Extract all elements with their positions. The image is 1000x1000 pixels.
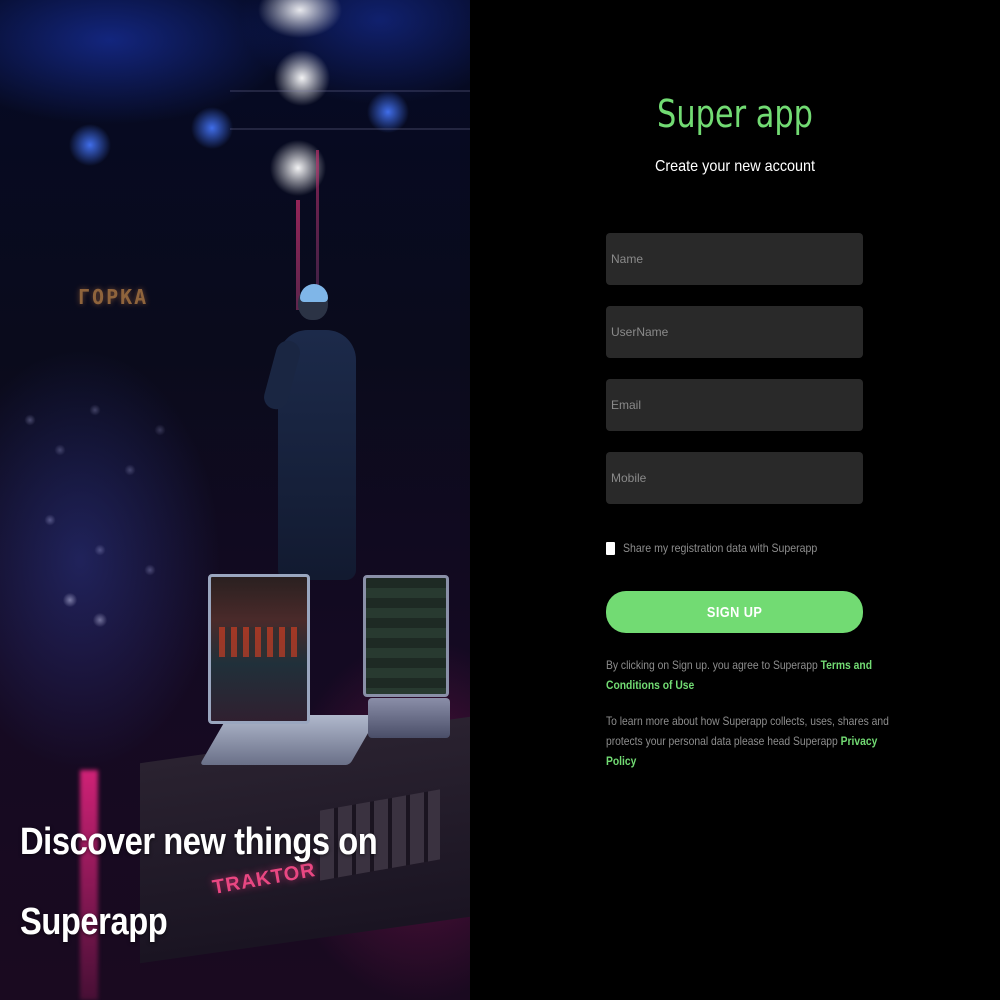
- stage-pole: [316, 150, 319, 300]
- username-input[interactable]: [606, 306, 863, 358]
- hero-image: ГОРКА TRAKTOR Discover new things on Sup…: [0, 0, 470, 1000]
- venue-sign: ГОРКА: [78, 285, 149, 309]
- hero-headline: Discover new things on Superapp: [20, 821, 378, 943]
- brand-logo: Super app: [657, 92, 813, 136]
- consent-row[interactable]: Share my registration data with Superapp: [606, 539, 844, 557]
- laptop-base: [368, 698, 450, 738]
- terms-notice: By clicking on Sign up. you agree to Sup…: [606, 655, 886, 695]
- stage-truss: [230, 90, 470, 130]
- consent-checkbox[interactable]: [606, 541, 615, 555]
- performer-cap: [300, 284, 328, 302]
- signup-button-label: SIGN UP: [706, 603, 763, 621]
- laptop-screen: [363, 575, 449, 697]
- mobile-input[interactable]: [606, 452, 863, 504]
- signup-panel: Super app Create your new account Share …: [470, 0, 1000, 1000]
- laptop-screen: [208, 574, 310, 724]
- name-input[interactable]: [606, 233, 863, 285]
- privacy-notice: To learn more about how Superapp collect…: [606, 711, 889, 771]
- page-subtitle: Create your new account: [654, 158, 816, 175]
- email-input[interactable]: [606, 379, 863, 431]
- terms-text: By clicking on Sign up. you agree to Sup…: [606, 658, 821, 672]
- consent-label: Share my registration data with Superapp: [623, 541, 818, 555]
- signup-button[interactable]: SIGN UP: [606, 591, 863, 633]
